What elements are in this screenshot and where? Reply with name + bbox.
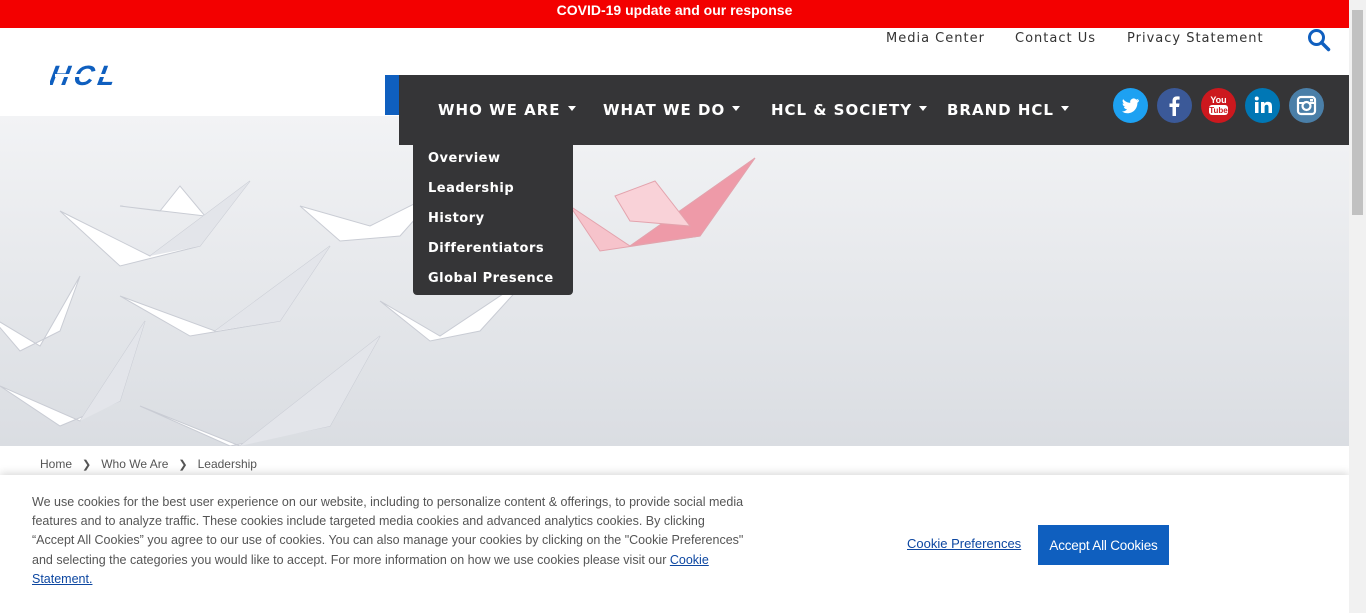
caret-down-icon [919,106,928,111]
twitter-icon[interactable] [1113,88,1148,123]
accept-all-cookies-button[interactable]: Accept All Cookies [1038,525,1169,565]
privacy-statement-link[interactable]: Privacy Statement [1127,31,1264,46]
chevron-right-icon: ❯ [178,459,188,471]
caret-down-icon [567,106,576,111]
instagram-icon[interactable] [1289,88,1324,123]
dropdown-item-leadership[interactable]: Leadership [428,181,514,196]
youtube-icon[interactable]: You Tube [1201,88,1236,123]
media-center-link[interactable]: Media Center [886,31,985,46]
facebook-icon[interactable] [1157,88,1192,123]
scrollbar[interactable] [1349,0,1366,613]
who-we-are-dropdown: Overview Leadership History Differentiat… [413,145,573,295]
breadcrumb-home[interactable]: Home [40,457,72,471]
search-icon[interactable] [1307,28,1331,52]
nav-what-we-do[interactable]: WHAT WE DO [603,101,741,119]
dropdown-item-differentiators[interactable]: Differentiators [428,241,544,256]
dropdown-item-overview[interactable]: Overview [428,151,501,166]
nav-hcl-society-label: HCL & SOCIETY [771,101,913,119]
caret-down-icon [1060,106,1069,111]
main-nav: WHO WE ARE WHAT WE DO HCL & SOCIETY BRAN… [399,75,1349,145]
linkedin-icon[interactable] [1245,88,1280,123]
svg-text:Tube: Tube [1209,106,1228,115]
dropdown-item-global-presence[interactable]: Global Presence [428,271,554,286]
hcl-logo[interactable]: HCL [47,59,186,91]
caret-down-icon [732,106,741,111]
covid-update-banner[interactable]: COVID-19 update and our response [0,0,1349,28]
cookie-text: We use cookies for the best user experie… [32,495,744,567]
chevron-right-icon: ❯ [82,459,92,471]
breadcrumb-leadership: Leadership [197,457,257,471]
nav-who-we-are[interactable]: WHO WE ARE [438,101,576,119]
cookie-preferences-link[interactable]: Cookie Preferences [907,536,1021,551]
nav-brand-hcl-label: BRAND HCL [947,101,1054,119]
cookie-message: We use cookies for the best user experie… [32,493,744,589]
breadcrumb-who-we-are[interactable]: Who We Are [101,457,168,471]
nav-what-we-do-label: WHAT WE DO [603,101,726,119]
hero-image [0,116,1349,446]
nav-brand-hcl[interactable]: BRAND HCL [947,101,1069,119]
cookie-banner: We use cookies for the best user experie… [0,475,1349,613]
svg-text:You: You [1210,95,1226,105]
nav-who-we-are-label: WHO WE ARE [438,101,561,119]
breadcrumb: Home ❯ Who We Are ❯ Leadership [40,457,257,471]
nav-hcl-society[interactable]: HCL & SOCIETY [771,101,928,119]
scrollbar-thumb[interactable] [1352,10,1363,215]
dropdown-item-history[interactable]: History [428,211,485,226]
contact-us-link[interactable]: Contact Us [1015,31,1096,46]
